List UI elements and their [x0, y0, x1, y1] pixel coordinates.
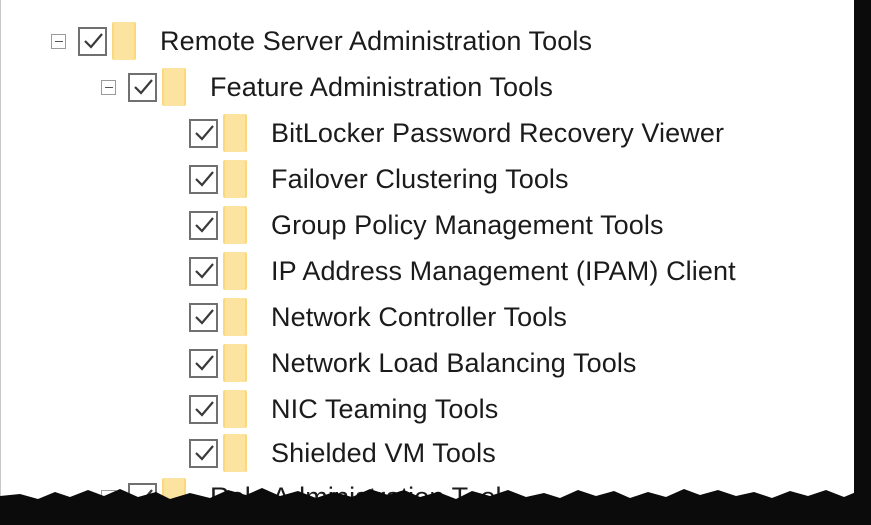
- folder-icon: [162, 64, 186, 110]
- collapse-box-icon[interactable]: [51, 33, 66, 49]
- tree-node-label: Network Controller Tools: [271, 301, 568, 332]
- tree-node-label: Role Administration Tools: [210, 481, 516, 512]
- windows-features-panel: Remote Server Administration Tools Featu…: [0, 0, 854, 525]
- tree-node-feature[interactable]: Shielded VM Tools: [189, 430, 496, 476]
- tree-node-label: IP Address Management (IPAM) Client: [271, 255, 736, 286]
- folder-icon: [223, 340, 247, 386]
- tree-node-label: Feature Administration Tools: [210, 71, 553, 102]
- feature-tree: Remote Server Administration Tools Featu…: [1, 0, 855, 525]
- folder-icon: [223, 202, 247, 248]
- checkbox-icon[interactable]: [189, 118, 218, 148]
- checkbox-icon[interactable]: [128, 72, 157, 102]
- tree-node-remote-server-administration-tools[interactable]: Remote Server Administration Tools: [51, 18, 592, 64]
- tree-node-feature[interactable]: Failover Clustering Tools: [189, 156, 569, 202]
- tree-node-feature[interactable]: IP Address Management (IPAM) Client: [189, 248, 736, 294]
- tree-node-label: BitLocker Password Recovery Viewer: [271, 117, 725, 148]
- folder-icon: [223, 156, 247, 202]
- tree-node-label: Remote Server Administration Tools: [160, 25, 593, 56]
- tree-node-feature[interactable]: NIC Teaming Tools: [189, 386, 498, 432]
- tree-node-feature[interactable]: Network Load Balancing Tools: [189, 340, 637, 386]
- tree-node-label: NIC Teaming Tools: [271, 393, 499, 424]
- torn-edge-right: [854, 0, 871, 525]
- checkbox-icon[interactable]: [189, 302, 218, 332]
- tree-node-role-administration-tools[interactable]: Role Administration Tools: [101, 474, 515, 520]
- tree-node-feature[interactable]: Network Controller Tools: [189, 294, 567, 340]
- checkbox-icon[interactable]: [189, 394, 218, 424]
- checkbox-icon[interactable]: [78, 26, 107, 56]
- checkbox-icon[interactable]: [189, 438, 218, 468]
- collapse-box-icon[interactable]: [101, 489, 116, 505]
- folder-icon: [223, 248, 247, 294]
- folder-icon: [223, 110, 247, 156]
- collapse-box-icon[interactable]: [101, 79, 116, 95]
- checkbox-icon[interactable]: [189, 164, 218, 194]
- tree-node-feature-administration-tools[interactable]: Feature Administration Tools: [101, 64, 553, 110]
- checkbox-icon[interactable]: [189, 210, 218, 240]
- tree-node-feature[interactable]: Group Policy Management Tools: [189, 202, 664, 248]
- tree-node-label: Group Policy Management Tools: [271, 209, 664, 240]
- tree-node-feature[interactable]: BitLocker Password Recovery Viewer: [189, 110, 724, 156]
- folder-icon: [223, 386, 247, 432]
- folder-icon: [223, 294, 247, 340]
- tree-node-label: Failover Clustering Tools: [271, 163, 569, 194]
- folder-icon: [162, 474, 186, 520]
- folder-icon: [223, 430, 247, 476]
- checkbox-icon[interactable]: [128, 482, 157, 512]
- tree-node-label: Network Load Balancing Tools: [271, 347, 637, 378]
- checkbox-icon[interactable]: [189, 256, 218, 286]
- tree-node-label: Shielded VM Tools: [271, 437, 496, 468]
- folder-icon: [112, 18, 136, 64]
- checkbox-icon[interactable]: [189, 348, 218, 378]
